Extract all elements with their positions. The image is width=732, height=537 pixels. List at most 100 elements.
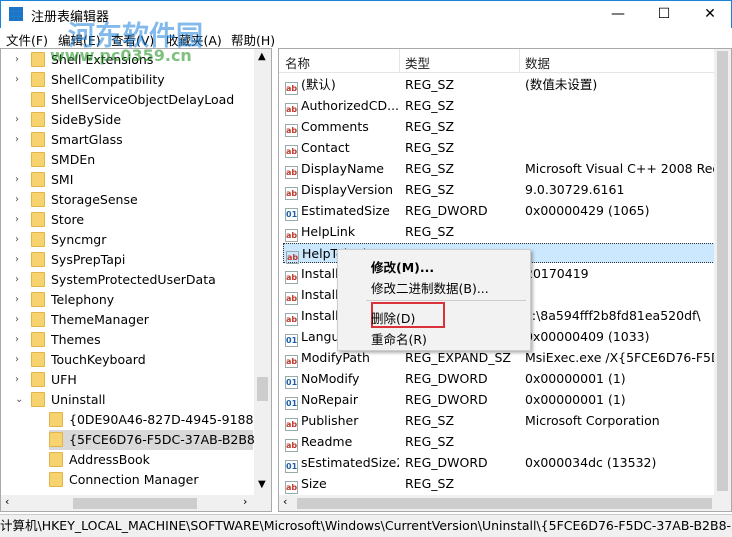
tree-item[interactable]: ShellServiceObjectDelayLoad bbox=[31, 90, 234, 110]
tree-item[interactable]: AddressBook bbox=[49, 450, 150, 470]
expand-chevron-icon[interactable]: › bbox=[15, 210, 19, 230]
tree-item[interactable]: › Store bbox=[15, 210, 85, 230]
menu-help[interactable]: 帮助(H) bbox=[231, 30, 275, 49]
value-name: ModifyPath bbox=[301, 350, 370, 365]
tree-item-label: Store bbox=[51, 212, 85, 227]
expand-chevron-icon[interactable]: › bbox=[15, 270, 19, 290]
menu-file[interactable]: 文件(F) bbox=[6, 30, 48, 49]
value-row[interactable]: ab (默认) REG_SZ (数值未设置) bbox=[283, 75, 715, 95]
value-type: REG_DWORD bbox=[405, 392, 488, 407]
value-row[interactable]: ab Publisher REG_SZ Microsoft Corporation bbox=[283, 411, 715, 431]
tree-item-label: ThemeManager bbox=[51, 312, 149, 327]
key-tree-pane[interactable]: › Shell Extensions › ShellCompatibility Shel… bbox=[0, 48, 272, 512]
value-row[interactable]: ab DisplayName REG_SZ Microsoft Visual C++ … bbox=[283, 159, 730, 179]
value-row[interactable]: ab AuthorizedCD... REG_SZ bbox=[283, 96, 715, 116]
maximize-button[interactable]: ☐ bbox=[641, 1, 687, 29]
expand-chevron-icon[interactable]: › bbox=[15, 130, 19, 150]
folder-icon bbox=[31, 232, 45, 247]
expand-chevron-icon[interactable]: › bbox=[15, 70, 19, 90]
scroll-down-icon[interactable]: ▼ bbox=[258, 479, 266, 490]
value-row[interactable]: ab DisplayVersion REG_SZ 9.0.30729.6161 bbox=[283, 180, 715, 200]
value-type: REG_SZ bbox=[405, 182, 455, 197]
string-value-icon: ab bbox=[285, 439, 298, 452]
value-row[interactable]: ab Contact REG_SZ bbox=[283, 138, 715, 158]
tree-item[interactable]: › SysPrepTapi bbox=[15, 250, 125, 270]
menu-item-modify-binary[interactable]: 修改二进制数据(B)... bbox=[371, 278, 489, 297]
tree-item[interactable]: › TouchKeyboard bbox=[15, 350, 146, 370]
folder-icon bbox=[31, 52, 45, 67]
value-row[interactable]: ab Readme REG_SZ bbox=[283, 432, 715, 452]
context-menu: 修改(M)... 修改二进制数据(B)... 删除(D) 重命名(R) bbox=[337, 249, 531, 351]
scroll-right-icon[interactable]: › bbox=[243, 495, 247, 508]
minimize-button[interactable]: — bbox=[595, 1, 641, 29]
expand-chevron-icon[interactable]: › bbox=[15, 170, 19, 190]
collapse-chevron-icon[interactable]: ⌄ bbox=[15, 390, 23, 410]
tree-item[interactable]: › SystemProtectedUserData bbox=[15, 270, 216, 290]
tree-item[interactable]: › ThemeManager bbox=[15, 310, 149, 330]
scrollbar-thumb[interactable] bbox=[717, 51, 728, 491]
column-name[interactable]: 名称 bbox=[285, 53, 310, 72]
folder-icon bbox=[31, 92, 45, 107]
tree-item[interactable]: › SMI bbox=[15, 170, 73, 190]
folder-icon bbox=[31, 192, 45, 207]
value-type: REG_SZ bbox=[405, 161, 455, 176]
folder-icon bbox=[31, 172, 45, 187]
expand-chevron-icon[interactable]: › bbox=[15, 190, 19, 210]
tree-horizontal-scrollbar[interactable]: ‹ › bbox=[1, 495, 271, 511]
value-type: REG_EXPAND_SZ bbox=[405, 350, 511, 365]
scrollbar-thumb[interactable] bbox=[297, 498, 712, 509]
expand-chevron-icon[interactable]: › bbox=[15, 230, 19, 250]
value-row[interactable]: ab HelpLink REG_SZ bbox=[283, 222, 715, 242]
scrollbar-thumb[interactable] bbox=[73, 498, 197, 509]
expand-chevron-icon[interactable]: › bbox=[15, 50, 19, 70]
tree-item[interactable]: › Themes bbox=[15, 330, 101, 350]
tree-item[interactable]: › ShellCompatibility bbox=[15, 70, 165, 90]
folder-icon bbox=[49, 472, 63, 487]
value-row[interactable]: 01 EstimatedSize REG_DWORD 0x00000429 (1065… bbox=[283, 201, 715, 221]
value-row[interactable]: ab Comments REG_SZ bbox=[283, 117, 715, 137]
scroll-left-icon[interactable]: ‹ bbox=[5, 495, 9, 508]
tree-item[interactable]: SMDEn bbox=[31, 150, 95, 170]
tree-item[interactable]: › Telephony bbox=[15, 290, 114, 310]
column-type[interactable]: 类型 bbox=[405, 53, 430, 72]
expand-chevron-icon[interactable]: › bbox=[15, 310, 19, 330]
menu-item-modify[interactable]: 修改(M)... bbox=[371, 257, 434, 276]
menu-item-delete[interactable]: 删除(D) bbox=[371, 308, 415, 327]
tree-item[interactable]: › UFH bbox=[15, 370, 77, 390]
value-row[interactable]: ab ModifyPath REG_EXPAND_SZ MsiExec.exe /X{… bbox=[283, 348, 731, 368]
folder-icon bbox=[31, 372, 45, 387]
expand-chevron-icon[interactable]: › bbox=[15, 290, 19, 310]
tree-item[interactable]: ⌄ Uninstall bbox=[15, 390, 106, 410]
expand-chevron-icon[interactable]: › bbox=[15, 370, 19, 390]
scrollbar-thumb[interactable] bbox=[257, 377, 268, 401]
value-data: c:\8a594fff2b8fd81ea520df\ bbox=[525, 308, 701, 323]
expand-chevron-icon[interactable]: › bbox=[15, 110, 19, 130]
tree-item[interactable]: › Syncmgr bbox=[15, 230, 106, 250]
values-vertical-scrollbar[interactable] bbox=[714, 49, 731, 495]
close-button[interactable]: ✕ bbox=[687, 1, 732, 29]
value-row[interactable]: 01 NoRepair REG_DWORD 0x00000001 (1) bbox=[283, 390, 715, 410]
string-value-icon: ab bbox=[285, 229, 298, 242]
expand-chevron-icon[interactable]: › bbox=[15, 330, 19, 350]
folder-icon bbox=[31, 272, 45, 287]
tree-vertical-scrollbar[interactable]: ▲ ▼ bbox=[254, 49, 271, 495]
tree-item[interactable]: › SideBySide bbox=[15, 110, 121, 130]
scroll-up-icon[interactable]: ▲ bbox=[258, 51, 266, 62]
value-row[interactable]: 01 NoModify REG_DWORD 0x00000001 (1) bbox=[283, 369, 715, 389]
scroll-left-icon[interactable]: ‹ bbox=[283, 495, 287, 508]
column-data[interactable]: 数据 bbox=[525, 53, 550, 72]
value-row[interactable]: 01 sEstimatedSize2 REG_DWORD 0x000034dc (13… bbox=[283, 453, 715, 473]
expand-chevron-icon[interactable]: › bbox=[15, 350, 19, 370]
tree-item[interactable]: {0DE90A46-827D-4945-9188-877 bbox=[49, 410, 271, 430]
tree-item[interactable]: {5FCE6D76-F5DC-37AB-B2B8-22 bbox=[49, 430, 271, 450]
tree-item[interactable]: › SmartGlass bbox=[15, 130, 123, 150]
value-row[interactable]: ab Size REG_SZ bbox=[283, 474, 715, 494]
values-horizontal-scrollbar[interactable]: ‹ bbox=[279, 495, 731, 511]
tree-item[interactable]: › StorageSense bbox=[15, 190, 138, 210]
menu-item-rename[interactable]: 重命名(R) bbox=[371, 329, 427, 348]
folder-icon bbox=[31, 332, 45, 347]
expand-chevron-icon[interactable]: › bbox=[15, 250, 19, 270]
value-type: REG_SZ bbox=[405, 98, 455, 113]
tree-item[interactable]: Connection Manager bbox=[49, 470, 199, 490]
tree-item-label: SMDEn bbox=[51, 152, 96, 167]
